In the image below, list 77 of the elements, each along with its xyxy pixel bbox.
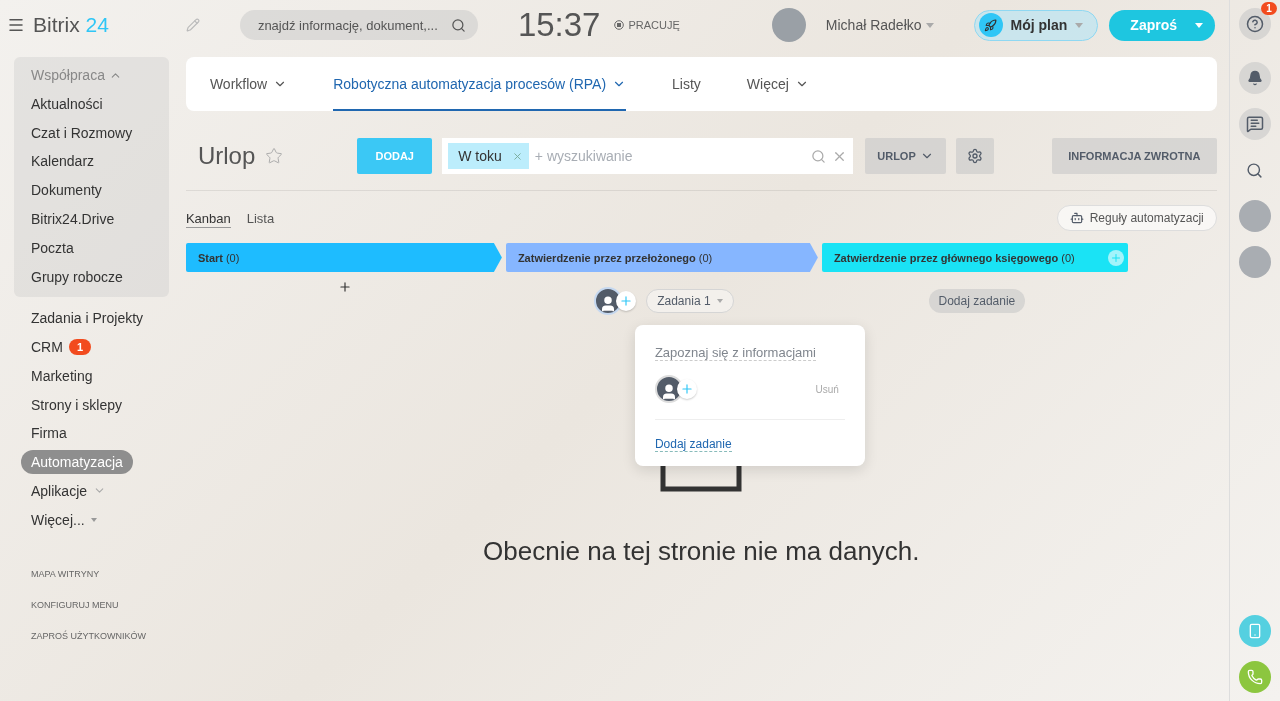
tasks-dropdown[interactable]: Zadania 1 [646,289,734,313]
search-icon [1246,161,1264,179]
count-badge: 1 [68,338,91,355]
sidebar-item[interactable]: Strony i sklepy [21,392,133,417]
sidebar-item[interactable]: Aktualności [21,91,113,116]
chat-button[interactable] [1238,108,1271,140]
chat-icon [1245,115,1264,133]
nav-tab[interactable]: Workflow [209,57,288,111]
clock-time: 15:37 [517,6,601,44]
user-avatar[interactable] [771,8,806,42]
add-stage-icon[interactable] [1107,249,1124,266]
empty-message: Obecnie na tej stronie nie ma danych. [483,536,920,567]
sidebar-item[interactable]: Czat i Rozmowy [21,120,143,145]
add-icon[interactable] [337,280,352,294]
stop-icon [614,20,625,30]
sidebar-item[interactable]: Dokumenty [21,178,112,203]
filter-tag: W toku [448,143,529,169]
rocket-icon [978,13,1003,37]
notification-badge: 1 [1261,2,1277,15]
pencil-icon[interactable] [185,18,200,32]
user-menu[interactable]: Michał Radełko [819,16,940,34]
preset-button[interactable]: URLOP [865,138,946,174]
stage-header: Start (0) [185,243,502,272]
logo: Bitrix 24 [33,13,109,37]
star-icon[interactable] [265,147,284,165]
sidebar-item[interactable]: Grupy robocze [21,264,133,289]
settings-button[interactable] [955,138,994,174]
sidebar-item[interactable]: Więcej... [21,507,107,532]
search-field[interactable]: znajdź informację, dokument,... [239,10,478,40]
search-icon[interactable] [811,148,827,164]
caret-icon [716,299,723,303]
menu-icon[interactable] [7,16,25,34]
robot-icon [1069,211,1084,225]
phone-icon [1246,669,1263,685]
work-status[interactable]: PRACUJĘ [614,19,680,31]
feedback-button[interactable]: INFORMACJA ZWROTNA [1051,138,1217,174]
add-task-link[interactable]: Dodaj zadanie [654,437,732,452]
search-icon [450,17,466,33]
sidebar-item[interactable]: Zadania i Projekty [21,306,154,331]
caret-icon [925,22,934,28]
sidebar-item[interactable]: Poczta [21,235,84,260]
contact-avatar[interactable] [1238,246,1271,278]
stage-header: Zatwierdzenie przez głównego księgowego (0) [821,243,1128,272]
nav-tab[interactable]: Więcej [746,57,809,111]
mobile-app-button[interactable] [1238,615,1271,647]
nav-tab[interactable]: Listy [672,57,701,111]
caret-icon [1075,22,1084,28]
call-button[interactable] [1238,661,1271,693]
help-icon [1245,15,1264,33]
page-title: Urlop [197,142,256,170]
footer-link[interactable]: KONFIGURUJ MENU [31,589,186,621]
view-tab[interactable]: Kanban [185,208,231,228]
footer-link[interactable]: ZAPROŚ UŻYTKOWNIKÓW [31,620,186,652]
close-icon[interactable] [511,150,523,162]
nav-tab[interactable]: Robotyczna automatyzacja procesów (RPA) [333,57,627,111]
caret-icon [1195,22,1203,28]
popup-title: Zapoznaj się z informacjami [654,345,816,361]
add-task-button[interactable]: Dodaj zadanie [928,289,1026,313]
sidebar-item[interactable]: CRM 1 [21,334,101,359]
filter-search-field[interactable]: W toku + wyszukiwanie [442,138,854,174]
sidebar-item[interactable]: Marketing [21,363,103,388]
add-responsible-icon[interactable] [594,287,637,315]
sidebar-item[interactable]: Firma [21,421,77,446]
add-responsible-icon[interactable] [654,375,697,403]
view-tab[interactable]: Lista [246,208,275,228]
stage-header: Zatwierdzenie przez przełożonego (0) [505,243,818,272]
notifications-button[interactable] [1238,62,1271,94]
bell-icon [1246,70,1263,86]
gear-icon [966,148,983,164]
caret-icon [90,517,97,522]
plan-button[interactable]: Mój plan [973,9,1099,41]
sidebar-item[interactable]: Kalendarz [21,149,105,174]
sidebar-item[interactable]: Bitrix24.Drive [21,207,125,231]
sidebar-item[interactable]: Aplikacje [21,478,117,503]
contact-avatar[interactable] [1238,200,1271,232]
footer-link[interactable]: MAPA WITRYNY [31,558,186,590]
automation-rules-button[interactable]: Reguły automatyzacji [1056,205,1217,231]
